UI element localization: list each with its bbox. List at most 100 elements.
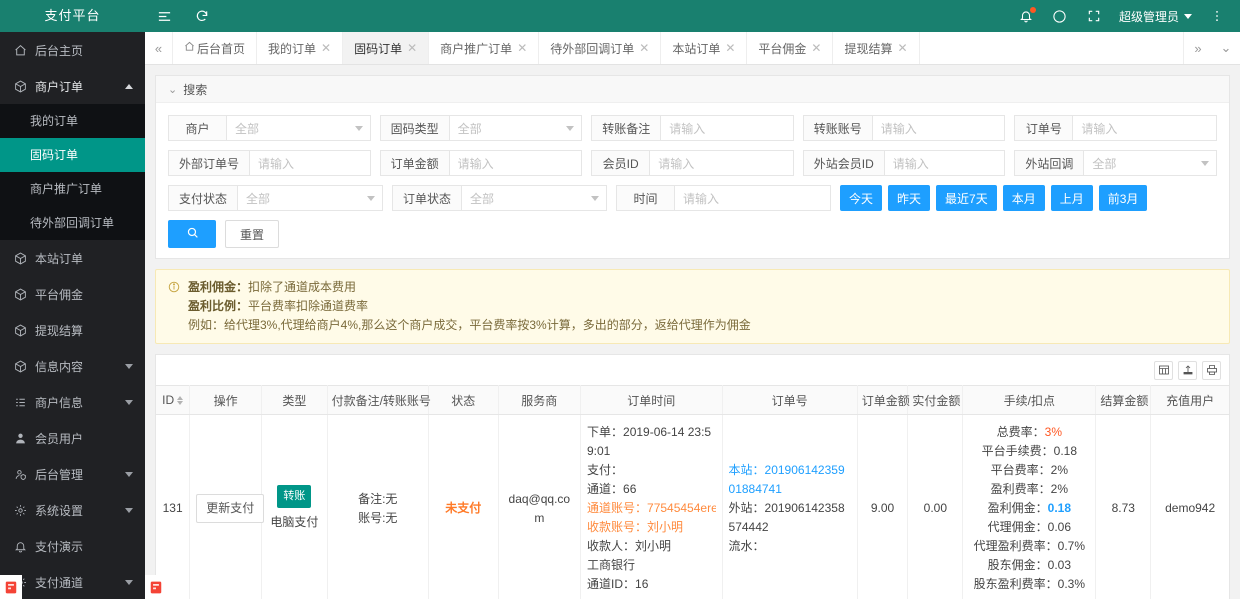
notice-box: 盈利佣金：扣除了通道成本费用 盈利比例：平台费率扣除通道费率 例如：给代理3%,…	[155, 269, 1230, 344]
transfer-account-input[interactable]: 请输入	[873, 116, 1005, 140]
cube-icon	[12, 288, 28, 301]
external-order-no-input[interactable]: 请输入	[250, 151, 370, 175]
merchant-select[interactable]: 全部	[227, 116, 370, 140]
field-transfer-account[interactable]: 转账账号 请输入	[802, 115, 1006, 141]
field-external-member-id[interactable]: 外站会员ID 请输入	[802, 150, 1006, 176]
order-no-input[interactable]: 请输入	[1073, 116, 1216, 140]
tab-pending-callback-orders[interactable]: 待外部回调订单 ✕	[539, 32, 662, 64]
time-input[interactable]: 请输入	[675, 186, 830, 210]
list-icon	[12, 396, 28, 409]
close-icon[interactable]: ✕	[811, 42, 821, 54]
col-id[interactable]: ID	[156, 385, 191, 415]
reset-button[interactable]: 重置	[225, 220, 280, 248]
close-icon[interactable]: ✕	[321, 42, 331, 54]
member-id-input[interactable]: 请输入	[650, 151, 793, 175]
update-payment-button[interactable]: 更新支付	[196, 494, 265, 523]
close-icon[interactable]: ✕	[898, 42, 908, 54]
date-yesterday-button[interactable]: 昨天	[888, 185, 931, 211]
tab-withdraw-settlement[interactable]: 提现结算 ✕	[833, 32, 920, 64]
col-type: 类型	[261, 385, 328, 415]
floating-widget-content-icon[interactable]	[145, 575, 167, 599]
field-label: 订单号	[1015, 116, 1074, 140]
sidebar-item-merchant-orders[interactable]: 商户订单	[0, 68, 145, 104]
order-status-select[interactable]: 全部	[462, 186, 606, 210]
cell-order-time: 下单：2019-06-14 23:59:01 支付： 通道：66 通道账号：77…	[580, 414, 723, 599]
external-callback-select[interactable]: 全部	[1084, 151, 1216, 175]
fullscreen-icon[interactable]	[1077, 0, 1111, 32]
tab-label: 后台首页	[197, 41, 246, 56]
user-menu[interactable]: 超级管理员	[1111, 0, 1200, 32]
tab-home[interactable]: 后台首页	[173, 32, 258, 64]
field-external-callback[interactable]: 外站回调 全部	[1014, 150, 1217, 176]
theme-icon[interactable]	[1043, 0, 1077, 32]
status-badge: 未支付	[445, 501, 482, 515]
tab-platform-commission[interactable]: 平台佣金 ✕	[747, 32, 834, 64]
sort-icon[interactable]	[177, 396, 184, 406]
field-external-order-no[interactable]: 外部订单号 请输入	[168, 150, 371, 176]
export-icon[interactable]	[1178, 360, 1197, 380]
cell-status: 未支付	[428, 414, 499, 599]
fixed-code-type-select[interactable]: 全部	[450, 116, 582, 140]
sidebar-item-platform-commission[interactable]: 平台佣金	[0, 276, 145, 312]
refresh-icon[interactable]	[183, 0, 221, 32]
tab-promo-orders[interactable]: 商户推广订单 ✕	[429, 32, 540, 64]
sidebar-item-info-content[interactable]: 信息内容	[0, 348, 145, 384]
remark-line-2: 账号:无	[358, 510, 398, 525]
sidebar-item-admin-management[interactable]: 后台管理	[0, 456, 145, 492]
field-pay-status[interactable]: 支付状态 全部	[168, 185, 383, 211]
field-fixed-code-type[interactable]: 固码类型 全部	[379, 115, 583, 141]
tab-bar: « 后台首页 我的订单 ✕ 固码订单 ✕ 商户推广订单 ✕ 待外部回调订单 ✕ …	[145, 32, 1240, 65]
tab-scroll-left-button[interactable]: «	[145, 32, 173, 64]
tab-site-orders[interactable]: 本站订单 ✕	[661, 32, 748, 64]
menu-fold-icon[interactable]	[145, 0, 183, 32]
date-today-button[interactable]: 今天	[840, 185, 883, 211]
more-vertical-icon[interactable]	[1200, 0, 1234, 32]
date-last-month-button[interactable]: 上月	[1050, 185, 1093, 211]
external-member-id-input[interactable]: 请输入	[885, 151, 1005, 175]
sidebar-item-withdraw-settlement[interactable]: 提现结算	[0, 312, 145, 348]
floating-widget-sidebar-icon[interactable]	[0, 575, 22, 599]
field-order-amount[interactable]: 订单金额 请输入	[379, 150, 583, 176]
sidebar-item-payment-demo[interactable]: 支付演示	[0, 528, 145, 564]
order-amount-input[interactable]: 请输入	[450, 151, 582, 175]
pay-status-select[interactable]: 全部	[238, 186, 382, 210]
sidebar-subitem-promo-orders[interactable]: 商户推广订单	[0, 172, 145, 206]
search-panel-header[interactable]: ⌄ 搜索	[156, 76, 1229, 103]
field-merchant[interactable]: 商户 全部	[168, 115, 371, 141]
field-transfer-remark[interactable]: 转账备注 请输入	[591, 115, 794, 141]
sidebar-item-home[interactable]: 后台主页	[0, 32, 145, 68]
close-icon[interactable]: ✕	[407, 42, 417, 54]
field-order-status[interactable]: 订单状态 全部	[392, 185, 607, 211]
sidebar-subitem-fixed-code-orders[interactable]: 固码订单	[0, 138, 145, 172]
field-time[interactable]: 时间 请输入	[616, 185, 831, 211]
search-submit-button[interactable]	[168, 220, 216, 248]
tab-scroll-right-button[interactable]: »	[1184, 32, 1212, 64]
close-icon[interactable]: ✕	[639, 42, 649, 54]
bell-icon	[12, 540, 28, 553]
columns-icon[interactable]	[1154, 360, 1173, 380]
sidebar-item-site-orders[interactable]: 本站订单	[0, 240, 145, 276]
sidebar-item-merchant-info[interactable]: 商户信息	[0, 384, 145, 420]
sidebar-subitem-pending-callback-orders[interactable]: 待外部回调订单	[0, 206, 145, 240]
print-icon[interactable]	[1202, 360, 1221, 380]
tab-dropdown-button[interactable]: ⌄	[1212, 32, 1240, 64]
cell-order-amount: 9.00	[857, 414, 909, 599]
field-order-no[interactable]: 订单号 请输入	[1014, 115, 1217, 141]
notice-text: 盈利佣金：扣除了通道成本费用 盈利比例：平台费率扣除通道费率 例如：给代理3%,…	[188, 278, 751, 335]
tab-fixed-code-orders[interactable]: 固码订单 ✕	[343, 32, 430, 64]
field-member-id[interactable]: 会员ID 请输入	[591, 150, 794, 176]
date-last3months-button[interactable]: 前3月	[1098, 185, 1148, 211]
transfer-remark-input[interactable]: 请输入	[661, 116, 793, 140]
notification-bell-icon[interactable]	[1009, 0, 1043, 32]
sidebar-item-members[interactable]: 会员用户	[0, 420, 145, 456]
sidebar-subitem-my-orders[interactable]: 我的订单	[0, 104, 145, 138]
field-label: 外站回调	[1015, 151, 1085, 175]
date-this-month-button[interactable]: 本月	[1002, 185, 1045, 211]
time-line: 支付：	[587, 463, 624, 477]
date-last7days-button[interactable]: 最近7天	[936, 185, 997, 211]
close-icon[interactable]: ✕	[517, 42, 527, 54]
sidebar-item-system-settings[interactable]: 系统设置	[0, 492, 145, 528]
tab-my-orders[interactable]: 我的订单 ✕	[257, 32, 344, 64]
close-icon[interactable]: ✕	[725, 42, 735, 54]
table-row[interactable]: 131 更新支付 转账 电脑支付 备注:无 账号:无 未支付 daq@qq.co…	[156, 414, 1229, 599]
